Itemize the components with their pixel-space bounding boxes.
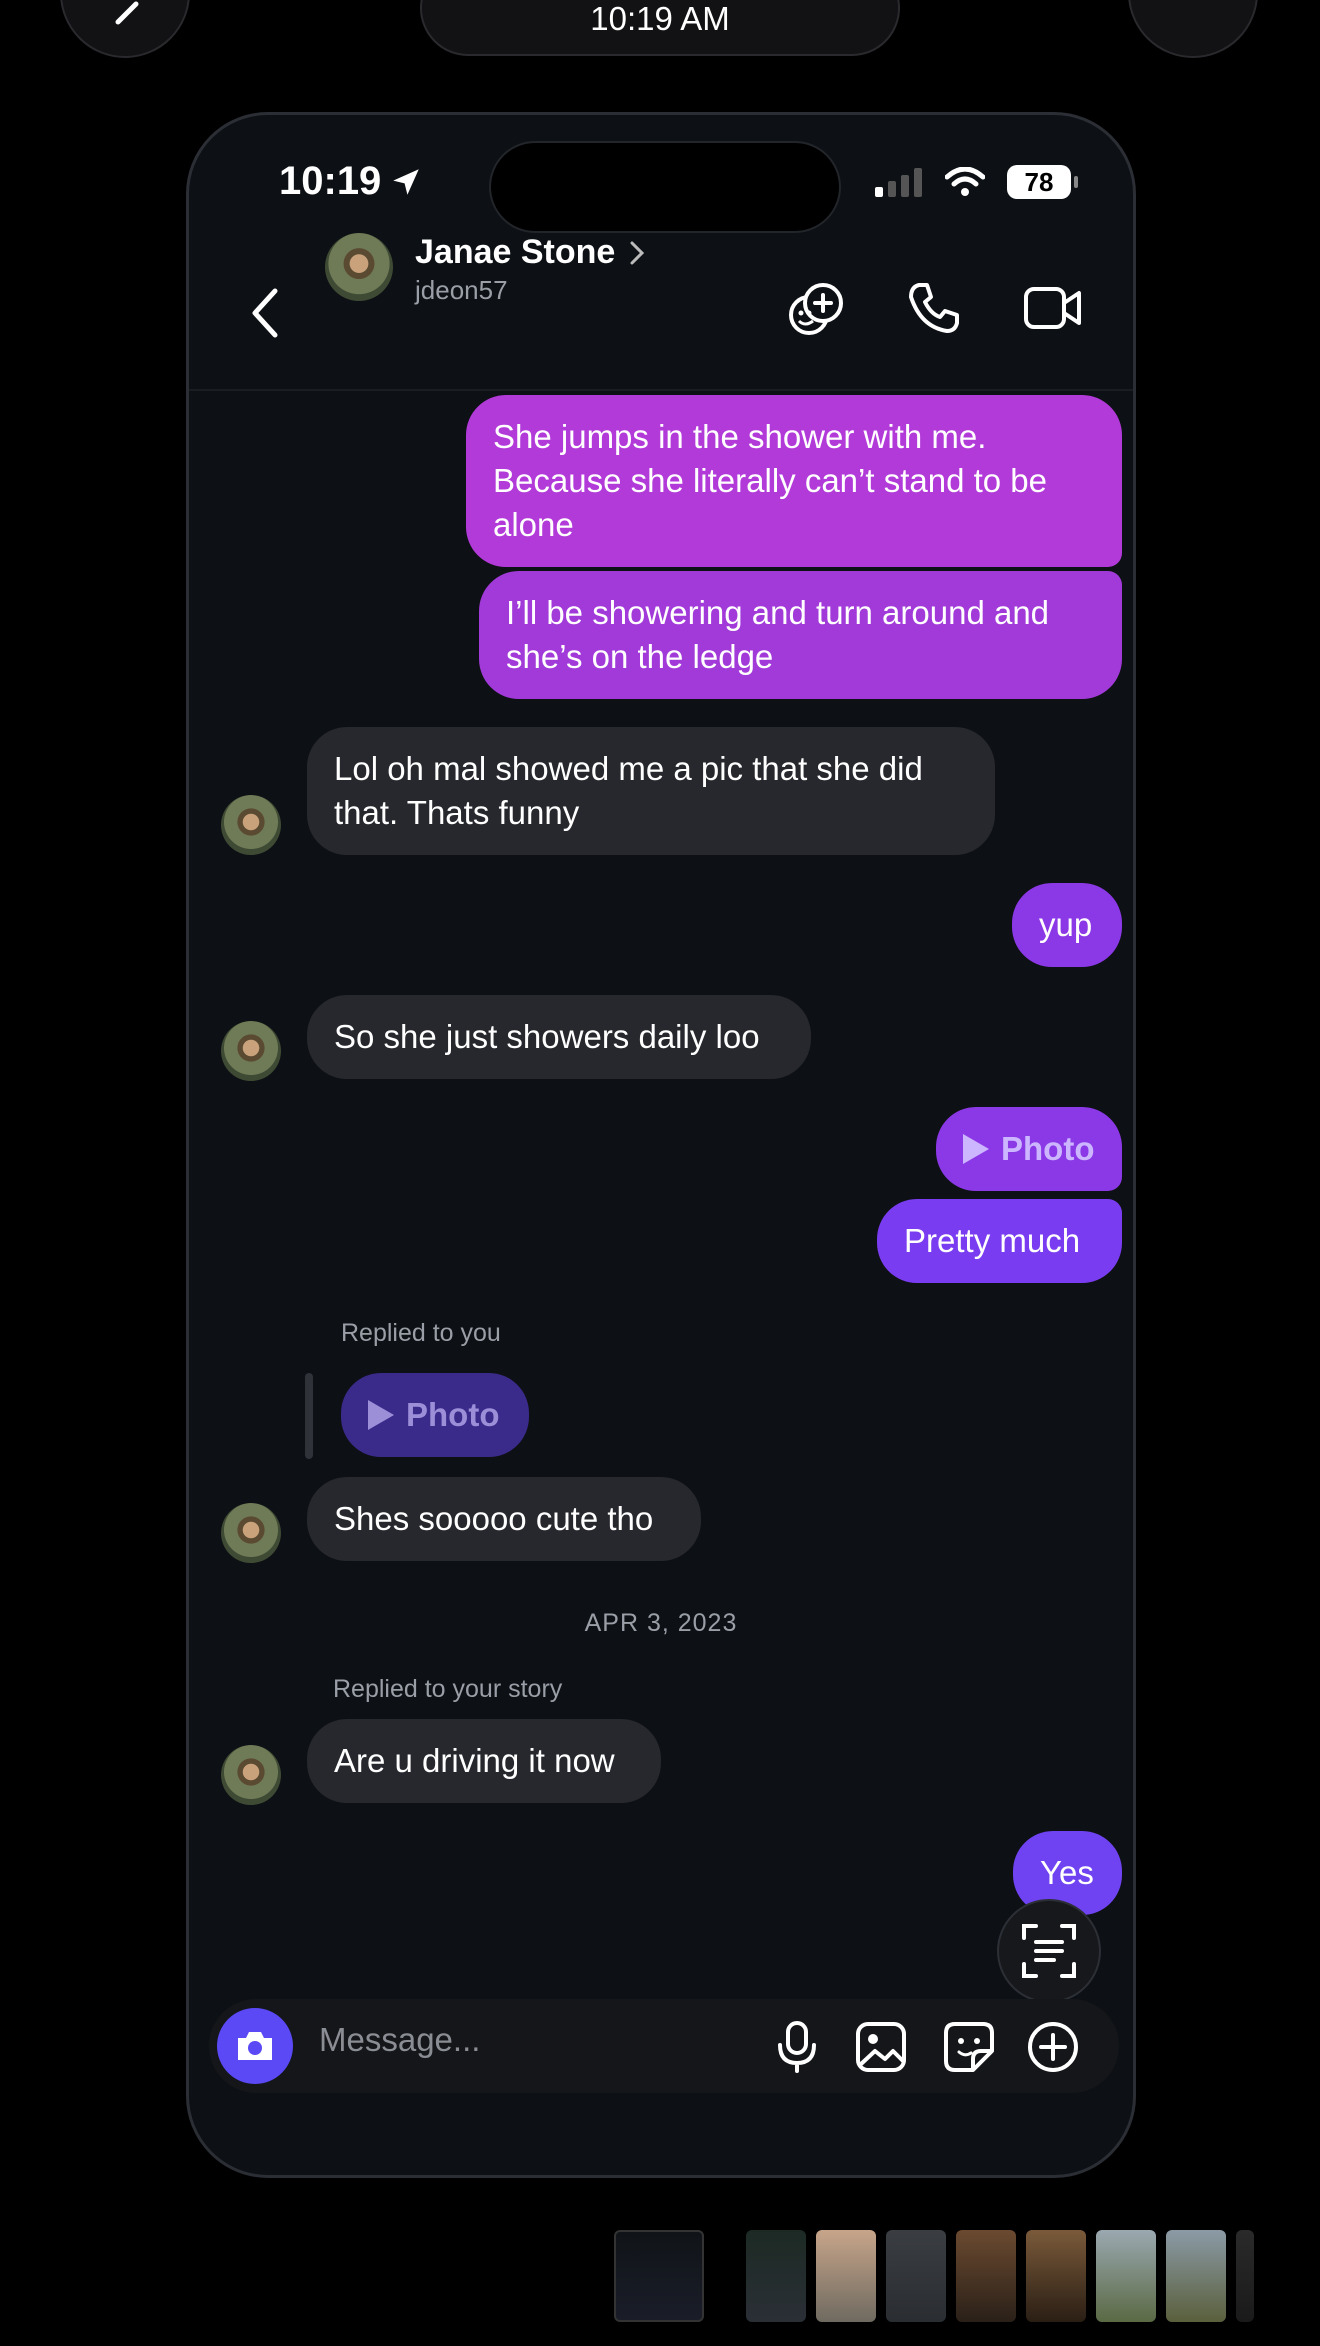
cellular-signal-icon (875, 168, 922, 197)
incoming-message[interactable]: So she just showers daily loo (307, 995, 811, 1079)
status-indicators: 78 (875, 165, 1078, 199)
message-text: I’ll be showering and turn around and sh… (506, 594, 1050, 675)
outgoing-message[interactable]: Pretty much (877, 1199, 1122, 1283)
dynamic-island (489, 141, 841, 233)
camera-icon (238, 2032, 272, 2060)
thumbnail[interactable] (1236, 2230, 1254, 2322)
recording-time-pill: 10:19 AM (420, 0, 900, 56)
message-text: Shes sooooo cute tho (334, 1500, 654, 1537)
right-circle-button[interactable] (1128, 0, 1258, 58)
thumbnail[interactable] (816, 2230, 876, 2322)
contact-mini-avatar (221, 1021, 281, 1081)
back-arrow-icon[interactable] (245, 285, 285, 341)
contact-name-text: Janae Stone (415, 233, 616, 271)
outgoing-message[interactable]: yup (1012, 883, 1122, 967)
incoming-message[interactable]: Shes sooooo cute tho (307, 1477, 701, 1561)
reply-meta: Replied to you (341, 1319, 501, 1347)
contact-username: jdeon57 (415, 275, 508, 305)
contact-mini-avatar (221, 1745, 281, 1805)
sticker-icon[interactable] (943, 2021, 995, 2073)
effects-icon[interactable] (787, 281, 845, 339)
screenshot-thumbnail-strip (614, 2230, 704, 2322)
top-time: 10:19 AM (590, 0, 730, 37)
message-text: Are u driving it now (334, 1742, 615, 1779)
message-text: yup (1039, 906, 1093, 943)
scan-text-button[interactable] (997, 1899, 1101, 2003)
phone-screen: 10:19 78 Janae Stone jdeon57 She jumps i… (186, 112, 1136, 2178)
back-circle-button[interactable] (60, 0, 190, 58)
date-divider: APR 3, 2023 (584, 1609, 738, 1637)
replied-photo-message[interactable]: Photo (341, 1373, 529, 1457)
message-text: She jumps in the shower with me. Because… (493, 418, 1047, 543)
battery-indicator: 78 (1007, 165, 1078, 199)
camera-button[interactable] (217, 2008, 293, 2084)
message-text: Lol oh mal showed me a pic that she did … (334, 750, 923, 831)
play-icon (368, 1400, 394, 1430)
message-composer: Message... (209, 1999, 1119, 2093)
thumbnail[interactable] (1166, 2230, 1226, 2322)
status-time: 10:19 (279, 159, 423, 204)
thumbnail[interactable] (1026, 2230, 1086, 2322)
incoming-message[interactable]: Are u driving it now (307, 1719, 661, 1803)
outgoing-message[interactable]: She jumps in the shower with me. Because… (466, 395, 1122, 567)
contact-mini-avatar (221, 1503, 281, 1563)
chevron-left-icon (115, 1, 139, 25)
photo-pill: Photo (368, 1393, 502, 1437)
play-icon (963, 1134, 989, 1164)
photo-pill: Photo (963, 1127, 1095, 1171)
outgoing-message[interactable]: I’ll be showering and turn around and sh… (479, 571, 1122, 699)
chevron-right-icon (630, 241, 645, 264)
gallery-icon[interactable] (855, 2021, 907, 2073)
thumbnail[interactable] (1096, 2230, 1156, 2322)
thumbnail[interactable] (614, 2230, 704, 2322)
photo-label: Photo (406, 1396, 500, 1433)
thumbnail[interactable] (956, 2230, 1016, 2322)
reply-quote-bar (305, 1373, 313, 1459)
contact-avatar[interactable] (325, 233, 393, 301)
screenshot-thumbnail-strip-2 (746, 2230, 1254, 2322)
thumbnail[interactable] (746, 2230, 806, 2322)
contact-name[interactable]: Janae Stone (415, 233, 645, 272)
incoming-message[interactable]: Lol oh mal showed me a pic that she did … (307, 727, 995, 855)
phone-call-icon[interactable] (907, 281, 961, 335)
status-time-text: 10:19 (279, 159, 382, 203)
scan-text-icon (1022, 1924, 1076, 1978)
message-text: So she just showers daily loo (334, 1018, 760, 1055)
photo-label: Photo (1001, 1130, 1095, 1167)
video-call-icon[interactable] (1023, 281, 1083, 335)
story-reply-meta: Replied to your story (333, 1675, 563, 1703)
wifi-icon (945, 167, 985, 196)
message-text: Pretty much (904, 1222, 1081, 1259)
outgoing-photo-message[interactable]: Photo (936, 1107, 1122, 1191)
thumbnail[interactable] (886, 2230, 946, 2322)
microphone-icon[interactable] (775, 2021, 819, 2073)
contact-mini-avatar (221, 795, 281, 855)
message-input[interactable]: Message... (319, 2021, 480, 2059)
plus-circle-icon[interactable] (1027, 2021, 1079, 2073)
location-arrow-icon (393, 168, 420, 195)
message-text: Yes (1040, 1854, 1094, 1891)
